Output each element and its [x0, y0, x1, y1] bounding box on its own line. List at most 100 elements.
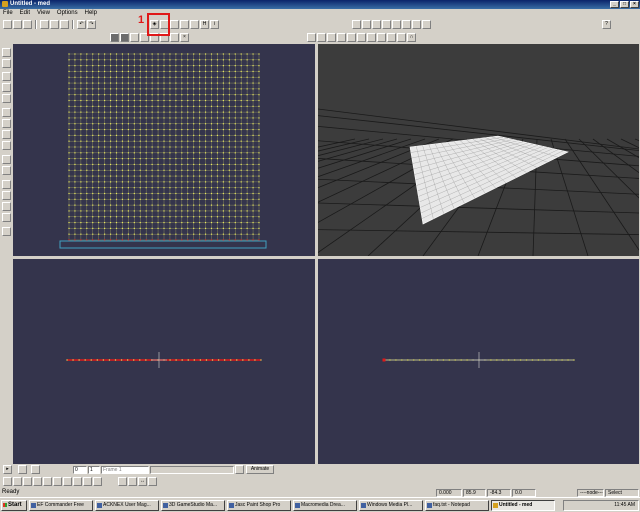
grid-icon[interactable]: [2, 227, 11, 236]
viewport-front[interactable]: [13, 259, 315, 464]
help-icon[interactable]: ?: [602, 20, 611, 29]
paste-frame-icon[interactable]: [63, 477, 72, 486]
move-left-icon[interactable]: [307, 33, 316, 42]
properties-icon[interactable]: [60, 20, 69, 29]
align-bottom-icon[interactable]: [382, 20, 391, 29]
copy-icon[interactable]: [40, 20, 49, 29]
task-dreamweaver[interactable]: Macromedia Drea...: [293, 500, 357, 511]
object-icon[interactable]: [2, 180, 11, 189]
interp-icon[interactable]: [73, 477, 82, 486]
animate-button[interactable]: Animate: [246, 465, 274, 474]
scale-tool-icon[interactable]: [377, 33, 386, 42]
bones-icon[interactable]: [2, 213, 11, 222]
mirror-icon[interactable]: [422, 20, 431, 29]
unlink-icon[interactable]: [128, 477, 137, 486]
close-x-icon[interactable]: ×: [180, 33, 189, 42]
play-icon[interactable]: ▸: [3, 465, 12, 474]
start-button[interactable]: Start: [1, 500, 27, 511]
add-face-icon[interactable]: [2, 166, 11, 175]
task-3dgamestudio[interactable]: 3D GameStudio Ma...: [161, 500, 225, 511]
menu-help[interactable]: Help: [85, 9, 97, 18]
menu-view[interactable]: View: [37, 9, 50, 18]
flip-icon[interactable]: [170, 20, 179, 29]
select-box-icon[interactable]: [347, 33, 356, 42]
key-icon[interactable]: [23, 477, 32, 486]
camera-icon[interactable]: [2, 59, 11, 68]
task-media-player[interactable]: Windows Media Pl...: [359, 500, 423, 511]
next-icon[interactable]: [13, 477, 22, 486]
save-file-icon[interactable]: [23, 20, 32, 29]
task-paintshop[interactable]: Jasc Paint Shop Pro: [227, 500, 291, 511]
prev-icon[interactable]: [3, 477, 12, 486]
range-icon[interactable]: ↔: [138, 477, 147, 486]
close-button[interactable]: ×: [630, 1, 639, 8]
texture-view-icon[interactable]: [130, 33, 139, 42]
paint-icon[interactable]: [387, 33, 396, 42]
copy-frame-icon[interactable]: [53, 477, 62, 486]
frame-end-field[interactable]: 1: [88, 466, 100, 474]
align-center-icon[interactable]: [392, 20, 401, 29]
move-up-icon[interactable]: [327, 33, 336, 42]
undo-icon[interactable]: ↶: [77, 20, 86, 29]
skin-icon[interactable]: [2, 202, 11, 211]
new-file-icon[interactable]: [3, 20, 12, 29]
menu-file[interactable]: File: [3, 9, 13, 18]
viewport-3d[interactable]: [0, 44, 640, 260]
pan-icon[interactable]: [2, 72, 11, 81]
task-notepad[interactable]: faq.txt - Notepad: [425, 500, 489, 511]
menu-edit[interactable]: Edit: [20, 9, 30, 18]
bone-icon[interactable]: [180, 20, 189, 29]
add-frame-icon[interactable]: [33, 477, 42, 486]
link-icon[interactable]: [118, 477, 127, 486]
align-right-icon[interactable]: [362, 20, 371, 29]
slider-arrow-icon[interactable]: [235, 465, 244, 474]
redo-icon[interactable]: ↷: [87, 20, 96, 29]
align-top-icon[interactable]: [372, 20, 381, 29]
open-file-icon[interactable]: [13, 20, 22, 29]
minimize-button[interactable]: _: [610, 1, 619, 8]
wireframe-view-icon[interactable]: [110, 33, 119, 42]
loop-icon[interactable]: [83, 477, 92, 486]
last-frame-icon[interactable]: [31, 465, 40, 474]
frame-name-field[interactable]: Frame 1: [101, 466, 149, 474]
frame-start-field[interactable]: 0: [73, 466, 87, 474]
scale-box-icon[interactable]: [170, 33, 179, 42]
select-face-icon[interactable]: [357, 33, 366, 42]
bounce-icon[interactable]: [93, 477, 102, 486]
maximize-button[interactable]: □: [620, 1, 629, 8]
view-icon[interactable]: [2, 48, 11, 57]
task-ef-commander[interactable]: EF Commander Free: [29, 500, 93, 511]
align-left-icon[interactable]: [352, 20, 361, 29]
group-icon[interactable]: [2, 191, 11, 200]
frame-icon[interactable]: [397, 33, 406, 42]
magnet-icon[interactable]: ∩: [407, 33, 416, 42]
viewport-side[interactable]: [318, 259, 639, 464]
delete-frame-icon[interactable]: [43, 477, 52, 486]
move-icon[interactable]: [2, 108, 11, 117]
menu-options[interactable]: Options: [57, 9, 78, 18]
solid-view-icon[interactable]: [120, 33, 129, 42]
viewport-top[interactable]: [13, 44, 315, 256]
zoom-icon[interactable]: [2, 83, 11, 92]
scale-icon[interactable]: [412, 20, 421, 29]
scale-view-icon[interactable]: [2, 130, 11, 139]
settings-icon[interactable]: [148, 477, 157, 486]
add-vertex-icon[interactable]: [2, 155, 11, 164]
align-middle-icon[interactable]: [402, 20, 411, 29]
rotate-icon[interactable]: [367, 33, 376, 42]
info-icon[interactable]: i: [210, 20, 219, 29]
flip-view-icon[interactable]: [2, 141, 11, 150]
vertex-point: [74, 158, 76, 160]
move-right-icon[interactable]: [317, 33, 326, 42]
height-icon[interactable]: H: [200, 20, 209, 29]
first-frame-icon[interactable]: [18, 465, 27, 474]
grid-select-icon[interactable]: [337, 33, 346, 42]
task-med[interactable]: Untitled - med: [491, 500, 555, 511]
weld-icon[interactable]: [190, 20, 199, 29]
frame-slider[interactable]: [150, 466, 234, 474]
vertex-point: [127, 53, 129, 55]
orbit-icon[interactable]: [2, 94, 11, 103]
paste-icon[interactable]: [50, 20, 59, 29]
task-acknex[interactable]: ACKNEX User Mag...: [95, 500, 159, 511]
rotate-view-icon[interactable]: [2, 119, 11, 128]
